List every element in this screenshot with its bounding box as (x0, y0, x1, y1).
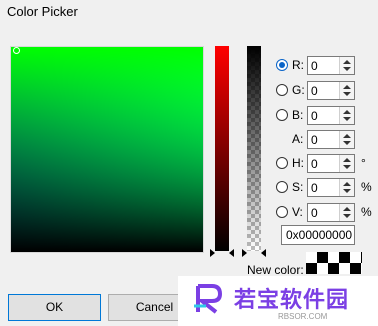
spin-buttons (339, 82, 354, 99)
alpha-slider-right-marker (261, 249, 266, 257)
spin-down-icon[interactable] (343, 67, 351, 71)
spin-up-icon[interactable] (343, 182, 351, 186)
spin-buttons (339, 107, 354, 124)
radio-s[interactable] (276, 181, 288, 193)
spin-buttons (339, 131, 354, 148)
color-field[interactable] (10, 46, 204, 253)
channel-spinbox-r[interactable]: 0 (307, 56, 355, 75)
channel-label-a: A: (292, 132, 304, 146)
radio-r[interactable] (276, 59, 288, 71)
channel-spinbox-g[interactable]: 0 (307, 81, 355, 100)
spin-down-icon[interactable] (343, 117, 351, 121)
channel-value: 0 (311, 206, 318, 220)
channel-label-s: S: (292, 180, 304, 194)
channel-label-r: R: (292, 58, 304, 72)
spin-up-icon[interactable] (343, 60, 351, 64)
spin-up-icon[interactable] (343, 110, 351, 114)
color-field-gradient (11, 47, 203, 252)
window-title: Color Picker (7, 4, 78, 19)
spin-down-icon[interactable] (343, 189, 351, 193)
spin-up-icon[interactable] (343, 134, 351, 138)
watermark-text: 若宝软件园 (234, 287, 350, 312)
channel-value: 0 (311, 181, 318, 195)
spin-buttons (339, 204, 354, 221)
watermark-subtext: RBSOR.COM (278, 312, 328, 321)
channel-unit-h: ° (361, 156, 366, 170)
spin-buttons (339, 179, 354, 196)
spin-up-icon[interactable] (343, 85, 351, 89)
channel-slider-left-marker (210, 249, 215, 257)
alpha-slider[interactable] (247, 46, 261, 251)
channel-value: 0 (311, 133, 318, 147)
spin-buttons (339, 57, 354, 74)
alpha-slider-left-marker (242, 249, 247, 257)
channel-spinbox-s[interactable]: 0 (307, 178, 355, 197)
channel-slider[interactable] (215, 46, 229, 251)
ok-button[interactable]: OK (8, 294, 101, 321)
spin-down-icon[interactable] (343, 141, 351, 145)
spin-buttons (339, 155, 354, 172)
hex-input[interactable]: 0x00000000 (281, 225, 355, 245)
channel-spinbox-h[interactable]: 0 (307, 154, 355, 173)
watermark-logo-icon (194, 284, 223, 314)
spin-up-icon[interactable] (343, 207, 351, 211)
channel-label-b: B: (292, 108, 304, 122)
channel-slider-right-marker (229, 249, 234, 257)
spin-down-icon[interactable] (343, 214, 351, 218)
channel-unit-s: % (361, 180, 372, 194)
new-color-swatch (306, 252, 362, 274)
channel-unit-v: % (361, 205, 372, 219)
new-color-label: New color: (247, 263, 304, 277)
channel-label-h: H: (292, 156, 304, 170)
radio-h[interactable] (276, 157, 288, 169)
channel-value: 0 (311, 157, 318, 171)
watermark: 若宝软件园 RBSOR.COM (178, 276, 378, 326)
channel-label-v: V: (292, 205, 303, 219)
color-field-cursor[interactable] (13, 47, 20, 54)
spin-up-icon[interactable] (343, 158, 351, 162)
radio-v[interactable] (276, 206, 288, 218)
channel-spinbox-v[interactable]: 0 (307, 203, 355, 222)
channel-value: 0 (311, 59, 318, 73)
radio-g[interactable] (276, 84, 288, 96)
radio-b[interactable] (276, 109, 288, 121)
spin-down-icon[interactable] (343, 92, 351, 96)
channel-spinbox-b[interactable]: 0 (307, 106, 355, 125)
channel-label-g: G: (292, 83, 305, 97)
spin-down-icon[interactable] (343, 165, 351, 169)
channel-value: 0 (311, 84, 318, 98)
channel-spinbox-a[interactable]: 0 (307, 130, 355, 149)
channel-value: 0 (311, 109, 318, 123)
